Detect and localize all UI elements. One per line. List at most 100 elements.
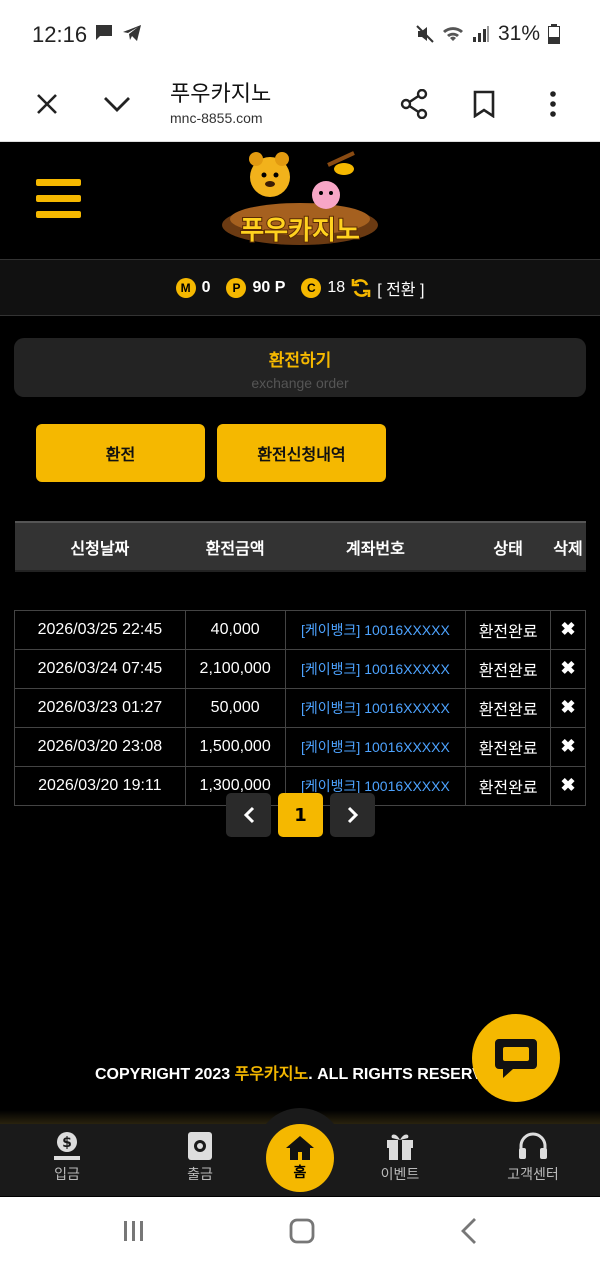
copyright-prefix: COPYRIGHT 2023 bbox=[95, 1066, 235, 1083]
logo-text: 푸우카지노 bbox=[240, 216, 360, 246]
table-spacer bbox=[14, 570, 586, 610]
chevron-left-icon bbox=[243, 806, 254, 824]
back-icon[interactable] bbox=[460, 1217, 478, 1245]
col-header-delete: 삭제 bbox=[550, 521, 586, 571]
more-vert-icon[interactable] bbox=[535, 86, 571, 122]
home-system-icon[interactable] bbox=[289, 1218, 315, 1244]
browser-page-title: 푸우카지노 bbox=[170, 81, 272, 106]
cell-amount: 2,100,000 bbox=[184, 648, 286, 689]
table-row: 2026/03/24 07:45 2,100,000 [케이뱅크] 10016X… bbox=[14, 648, 586, 689]
nav-support[interactable]: 고객센터 bbox=[488, 1130, 578, 1184]
refresh-icon[interactable] bbox=[351, 278, 371, 298]
close-icon[interactable] bbox=[29, 86, 65, 122]
site-header: 푸우카지노 bbox=[0, 143, 600, 259]
chat-icon bbox=[495, 1039, 537, 1078]
cell-account[interactable]: [케이뱅크] 10016XXXXX bbox=[284, 726, 467, 767]
status-time: 12:16 bbox=[32, 22, 88, 47]
nav-home[interactable]: 홈 bbox=[266, 1124, 334, 1192]
page-title-box: 환전하기 exchange order bbox=[14, 338, 586, 397]
exchange-history-table: 신청날짜 환전금액 계좌번호 상태 삭제 2026/03/25 22:45 40… bbox=[14, 521, 586, 806]
col-header-date: 신청날짜 bbox=[14, 521, 186, 571]
nav-deposit-label: 입금 bbox=[54, 1167, 80, 1183]
table-row: 2026/03/25 22:45 40,000 [케이뱅크] 10016XXXX… bbox=[14, 609, 586, 650]
pagination-prev-button[interactable] bbox=[226, 793, 271, 837]
chevron-down-icon[interactable] bbox=[99, 86, 135, 122]
nav-event-label: 이벤트 bbox=[380, 1167, 420, 1183]
headset-icon bbox=[519, 1132, 547, 1159]
system-nav-bar bbox=[0, 1197, 600, 1267]
table-row: 2026/03/23 01:27 50,000 [케이뱅크] 10016XXXX… bbox=[14, 687, 586, 728]
tab-exchange[interactable]: 환전 bbox=[36, 424, 205, 482]
delete-icon[interactable]: ✖ bbox=[550, 687, 586, 728]
nav-withdraw[interactable]: 출금 bbox=[155, 1130, 245, 1184]
col-header-account: 계좌번호 bbox=[285, 521, 466, 571]
copyright-brand: 푸우카지노 bbox=[234, 1066, 309, 1083]
message-icon bbox=[96, 25, 112, 40]
cell-date: 2026/03/24 07:45 bbox=[14, 648, 186, 689]
cell-date: 2026/03/20 19:11 bbox=[14, 765, 186, 806]
status-right: 31% bbox=[416, 22, 560, 46]
pagination-next-button[interactable] bbox=[330, 793, 375, 837]
convert-link[interactable]: [ 전환 ] bbox=[377, 276, 424, 300]
deposit-icon: $ bbox=[54, 1132, 80, 1160]
money-value: 0 bbox=[201, 278, 211, 296]
withdraw-icon bbox=[188, 1132, 212, 1160]
col-header-amount: 환전금액 bbox=[185, 521, 286, 571]
cell-status: 환전완료 bbox=[465, 765, 552, 806]
battery-percent: 31% bbox=[497, 22, 540, 45]
nav-home-label: 홈 bbox=[293, 1165, 307, 1181]
bookmark-icon[interactable] bbox=[466, 86, 502, 122]
site-logo[interactable]: 푸우카지노 bbox=[218, 147, 382, 253]
nav-deposit[interactable]: $ 입금 bbox=[22, 1130, 112, 1184]
delete-icon[interactable]: ✖ bbox=[550, 609, 586, 650]
cell-date: 2026/03/25 22:45 bbox=[14, 609, 186, 650]
cell-amount: 50,000 bbox=[184, 687, 286, 728]
browser-url[interactable]: mnc-8855.com bbox=[170, 110, 263, 126]
tab-exchange-history[interactable]: 환전신청내역 bbox=[217, 424, 386, 482]
gift-icon bbox=[387, 1134, 413, 1160]
mute-icon bbox=[416, 25, 434, 43]
delete-icon[interactable]: ✖ bbox=[550, 765, 586, 806]
chat-button[interactable] bbox=[472, 1014, 560, 1102]
menu-hamburger-icon[interactable] bbox=[36, 179, 81, 219]
points-bar: M 0 P 90 P C 18 [ 전환 ] bbox=[0, 259, 600, 316]
cell-account[interactable]: [케이뱅크] 10016XXXXX bbox=[284, 648, 467, 689]
nav-support-label: 고객센터 bbox=[507, 1167, 559, 1183]
wifi-icon bbox=[442, 27, 463, 41]
table-row: 2026/03/20 23:08 1,500,000 [케이뱅크] 10016X… bbox=[14, 726, 586, 767]
cell-amount: 1,500,000 bbox=[184, 726, 286, 767]
col-header-status: 상태 bbox=[465, 521, 551, 571]
recent-apps-icon[interactable] bbox=[122, 1220, 146, 1242]
cell-status: 환전완료 bbox=[465, 687, 552, 728]
chevron-right-icon bbox=[347, 806, 358, 824]
p-coin-icon: P bbox=[226, 277, 247, 298]
cell-date: 2026/03/23 01:27 bbox=[14, 687, 186, 728]
page-subtitle: exchange order bbox=[251, 375, 349, 391]
cell-status: 환전완료 bbox=[465, 726, 552, 767]
cell-account[interactable]: [케이뱅크] 10016XXXXX bbox=[284, 609, 467, 650]
delete-icon[interactable]: ✖ bbox=[550, 648, 586, 689]
nav-withdraw-label: 출금 bbox=[187, 1167, 213, 1183]
status-notification-icons bbox=[94, 24, 142, 42]
comp-value: 18 bbox=[327, 278, 346, 296]
battery-icon bbox=[548, 24, 560, 44]
point-value: 90 P bbox=[252, 278, 286, 296]
browser-toolbar: 푸우카지노 mnc-8855.com bbox=[0, 68, 600, 142]
cell-status: 환전완료 bbox=[465, 609, 552, 650]
delete-icon[interactable]: ✖ bbox=[550, 726, 586, 767]
table-header-row: 신청날짜 환전금액 계좌번호 상태 삭제 bbox=[14, 521, 586, 571]
page-title: 환전하기 bbox=[268, 351, 332, 371]
cell-amount: 40,000 bbox=[184, 609, 286, 650]
share-icon[interactable] bbox=[396, 86, 432, 122]
signal-icon bbox=[472, 26, 489, 42]
cell-status: 환전완료 bbox=[465, 648, 552, 689]
pagination-page-current[interactable]: 1 bbox=[278, 793, 323, 837]
cell-date: 2026/03/20 23:08 bbox=[14, 726, 186, 767]
m-coin-icon: M bbox=[175, 277, 196, 298]
status-bar: 12:16 31% bbox=[0, 0, 600, 68]
svg-text:$: $ bbox=[62, 1135, 72, 1151]
cell-account[interactable]: [케이뱅크] 10016XXXXX bbox=[284, 687, 467, 728]
nav-event[interactable]: 이벤트 bbox=[355, 1130, 445, 1184]
c-coin-icon: C bbox=[301, 277, 322, 298]
telegram-icon bbox=[123, 25, 141, 41]
